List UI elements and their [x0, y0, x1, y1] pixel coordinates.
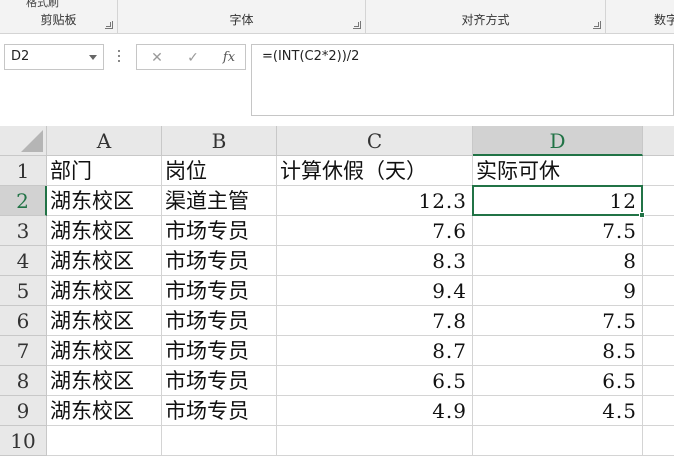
cell-a2[interactable]: 湖东校区: [47, 186, 162, 216]
cell-a4[interactable]: 湖东校区: [47, 246, 162, 276]
ribbon-group-bar: 格式刷 剪贴板 字体 对齐方式 数字: [0, 0, 674, 34]
row-header-3[interactable]: 3: [0, 216, 47, 246]
enter-icon[interactable]: ✓: [181, 48, 205, 68]
cell-c4[interactable]: 8.3: [277, 246, 473, 276]
select-all-button[interactable]: [0, 126, 47, 156]
cell-e9[interactable]: [643, 396, 674, 426]
formula-input[interactable]: =(INT(C2*2))/2: [251, 44, 674, 116]
column-header-e[interactable]: [643, 126, 674, 156]
alignment-group: 对齐方式: [366, 0, 606, 34]
cell-b5[interactable]: 市场专员: [162, 276, 277, 306]
cell-b9[interactable]: 市场专员: [162, 396, 277, 426]
chevron-down-icon[interactable]: [89, 55, 97, 60]
cell-e3[interactable]: [643, 216, 674, 246]
alignment-launcher-icon[interactable]: [593, 21, 601, 29]
cell-d7[interactable]: 8.5: [473, 336, 643, 366]
cell-b8[interactable]: 市场专员: [162, 366, 277, 396]
cell-e6[interactable]: [643, 306, 674, 336]
cell-e2[interactable]: [643, 186, 674, 216]
cell-c2[interactable]: 12.3: [277, 186, 473, 216]
row-header-10[interactable]: 10: [0, 426, 47, 456]
column-header-a[interactable]: A: [47, 126, 162, 156]
cell-d5[interactable]: 9: [473, 276, 643, 306]
font-launcher-icon[interactable]: [353, 21, 361, 29]
cell-e7[interactable]: [643, 336, 674, 366]
cell-d9[interactable]: 4.5: [473, 396, 643, 426]
cell-c10[interactable]: [277, 426, 473, 456]
cell-b2[interactable]: 渠道主管: [162, 186, 277, 216]
insert-function-icon[interactable]: fx: [217, 48, 241, 68]
alignment-group-label: 对齐方式: [461, 13, 510, 27]
cell-e5[interactable]: [643, 276, 674, 306]
clipboard-group-label: 剪贴板: [40, 13, 77, 27]
cell-b3[interactable]: 市场专员: [162, 216, 277, 246]
cell-a5[interactable]: 湖东校区: [47, 276, 162, 306]
formula-text: =(INT(C2*2))/2: [262, 49, 360, 64]
column-header-d[interactable]: D: [473, 126, 643, 156]
column-header-c[interactable]: C: [277, 126, 473, 156]
column-header-b[interactable]: B: [162, 126, 277, 156]
row-header-5[interactable]: 5: [0, 276, 47, 306]
clipboard-group: 剪贴板: [0, 0, 118, 34]
cell-c5[interactable]: 9.4: [277, 276, 473, 306]
cell-d6[interactable]: 7.5: [473, 306, 643, 336]
fill-handle[interactable]: [639, 212, 645, 218]
cell-d1[interactable]: 实际可休: [473, 156, 643, 186]
cell-c6[interactable]: 7.8: [277, 306, 473, 336]
cell-c1[interactable]: 计算休假（天）: [277, 156, 473, 186]
cell-e8[interactable]: [643, 366, 674, 396]
formula-bar: D2 ✕ ✓ fx =(INT(C2*2))/2: [0, 34, 674, 116]
cell-b10[interactable]: [162, 426, 277, 456]
cell-c3[interactable]: 7.6: [277, 216, 473, 246]
cell-b6[interactable]: 市场专员: [162, 306, 277, 336]
cell-c9[interactable]: 4.9: [277, 396, 473, 426]
row-header-8[interactable]: 8: [0, 366, 47, 396]
cell-c7[interactable]: 8.7: [277, 336, 473, 366]
cell-d8[interactable]: 6.5: [473, 366, 643, 396]
cell-b1[interactable]: 岗位: [162, 156, 277, 186]
row-header-1[interactable]: 1: [0, 156, 47, 186]
name-box[interactable]: D2: [4, 44, 104, 70]
cell-d3[interactable]: 7.5: [473, 216, 643, 246]
cell-d2[interactable]: 12: [473, 186, 643, 216]
font-group-label: 字体: [229, 13, 254, 27]
number-group-label: 数字: [654, 13, 674, 27]
row-header-2[interactable]: 2: [0, 186, 47, 216]
row-header-9[interactable]: 9: [0, 396, 47, 426]
cell-a1[interactable]: 部门: [47, 156, 162, 186]
row-header-4[interactable]: 4: [0, 246, 47, 276]
number-group: 数字: [606, 0, 674, 34]
cell-a10[interactable]: [47, 426, 162, 456]
clipboard-launcher-icon[interactable]: [105, 21, 113, 29]
cancel-icon[interactable]: ✕: [145, 48, 169, 68]
cell-a7[interactable]: 湖东校区: [47, 336, 162, 366]
cell-d4[interactable]: 8: [473, 246, 643, 276]
cell-c8[interactable]: 6.5: [277, 366, 473, 396]
font-group: 字体: [118, 0, 366, 34]
cell-d10[interactable]: [473, 426, 643, 456]
row-header-7[interactable]: 7: [0, 336, 47, 366]
drag-handle-icon[interactable]: [118, 50, 121, 64]
cell-b4[interactable]: 市场专员: [162, 246, 277, 276]
name-box-value: D2: [11, 49, 30, 64]
cell-e10[interactable]: [643, 426, 674, 456]
cell-a3[interactable]: 湖东校区: [47, 216, 162, 246]
cell-b7[interactable]: 市场专员: [162, 336, 277, 366]
cell-a9[interactable]: 湖东校区: [47, 396, 162, 426]
spreadsheet-grid: A B C D 1 部门 岗位 计算休假（天） 实际可休 2 湖东校区 渠道主管 12.3 12 3 湖东校区…: [0, 126, 674, 462]
cell-e4[interactable]: [643, 246, 674, 276]
formula-buttons: ✕ ✓ fx: [136, 44, 246, 70]
cell-a6[interactable]: 湖东校区: [47, 306, 162, 336]
select-all-icon: [21, 130, 43, 152]
cell-e1[interactable]: [643, 156, 674, 186]
row-header-6[interactable]: 6: [0, 306, 47, 336]
cell-a8[interactable]: 湖东校区: [47, 366, 162, 396]
